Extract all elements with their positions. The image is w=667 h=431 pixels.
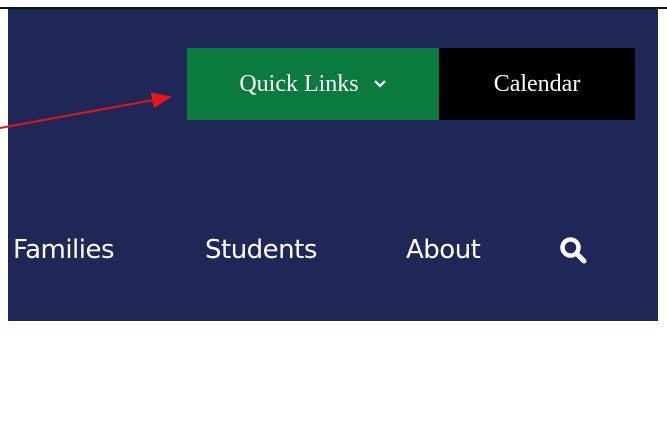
search-icon[interactable] — [559, 236, 587, 264]
chevron-down-icon — [373, 80, 386, 88]
calendar-label: Calendar — [493, 70, 581, 97]
calendar-button[interactable]: Calendar — [439, 48, 635, 120]
page-canvas: Quick Links Calendar Families Students A… — [0, 0, 667, 431]
nav-item-about[interactable]: About — [406, 230, 481, 270]
quick-links-label: Quick Links — [239, 70, 359, 97]
site-header: Quick Links Calendar Families Students A… — [8, 9, 658, 321]
nav-item-families[interactable]: Families — [13, 230, 115, 270]
nav-item-students[interactable]: Students — [205, 230, 317, 270]
quick-links-button[interactable]: Quick Links — [187, 48, 439, 120]
